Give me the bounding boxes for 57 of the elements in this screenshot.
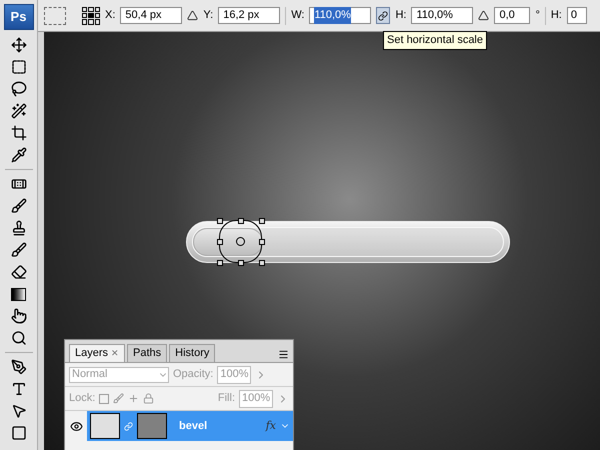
eraser-icon[interactable]	[10, 264, 26, 280]
chain-link-button[interactable]	[376, 7, 390, 24]
transform-handles-drawing	[219, 220, 262, 263]
field-value: 16,2 px	[223, 8, 260, 24]
marquee-tool-icon[interactable]	[10, 59, 26, 75]
field-value: 110,0%	[416, 8, 453, 24]
delta-icon	[187, 10, 198, 21]
panel-tab[interactable]: Paths	[127, 344, 168, 362]
tooltip: Set horizontal scale	[383, 31, 487, 50]
value-field[interactable]: 50,4 px	[120, 7, 182, 24]
field-label: Y:	[203, 8, 214, 24]
value-field[interactable]: 0	[566, 7, 587, 24]
brush-icon[interactable]	[10, 198, 26, 214]
field-label: X:	[105, 8, 116, 24]
type-tool-icon[interactable]	[10, 381, 26, 397]
reference-point-icon[interactable]	[82, 6, 100, 24]
close-icon[interactable]: ✕	[111, 346, 120, 360]
app-logo: Ps	[4, 4, 34, 30]
value-field[interactable]: 110,0%	[411, 7, 474, 24]
lock-label: Lock:	[69, 391, 96, 406]
mask-thumbnail	[137, 413, 167, 439]
value-field[interactable]: 16,2 px	[218, 7, 280, 24]
layer-row[interactable]: bevel fx	[87, 411, 293, 441]
angle-icon	[478, 10, 490, 21]
eyedropper-icon[interactable]	[10, 147, 26, 163]
field-value: 0,0	[499, 8, 515, 24]
arrow-tool-icon[interactable]	[10, 403, 26, 419]
opacity-label: Opacity:	[173, 367, 214, 382]
effects-label: fx	[266, 418, 276, 434]
value-field[interactable]: 110,0%	[309, 7, 372, 24]
crop-tool-icon[interactable]	[10, 125, 26, 141]
eye-icon[interactable]	[70, 420, 82, 432]
panel-menu-icon[interactable]	[278, 349, 289, 360]
field-value: 110,0%	[314, 7, 351, 24]
move-tool-icon[interactable]	[10, 37, 26, 53]
finger-icon[interactable]	[10, 308, 26, 324]
blend-mode-value: Normal	[72, 367, 108, 382]
field-label: H:	[395, 8, 406, 24]
chain-icon	[124, 422, 133, 430]
transform-tool-icon[interactable]	[44, 6, 66, 24]
field-value: 50,4 px	[125, 8, 162, 24]
fill-label: Fill:	[218, 391, 235, 406]
stamp-icon[interactable]	[10, 220, 26, 236]
field-label: W:	[291, 8, 304, 24]
rounded-rectangle-icon[interactable]	[10, 425, 26, 441]
value-field[interactable]: 0,0	[494, 7, 530, 24]
degree-sign: °	[535, 8, 540, 24]
lock-icon[interactable]	[143, 393, 154, 404]
field-label: H:	[550, 8, 562, 24]
layer-thumbnail	[90, 413, 120, 439]
layer-name: bevel	[179, 418, 208, 434]
pen-tool-icon[interactable]	[10, 359, 26, 375]
panel-tab[interactable]: Layers ✕	[69, 344, 126, 362]
magic-wand-icon[interactable]	[10, 103, 26, 119]
panel-tab[interactable]: History	[169, 344, 216, 362]
gradient-icon[interactable]	[11, 288, 26, 300]
lasso-tool-icon[interactable]	[10, 81, 26, 97]
